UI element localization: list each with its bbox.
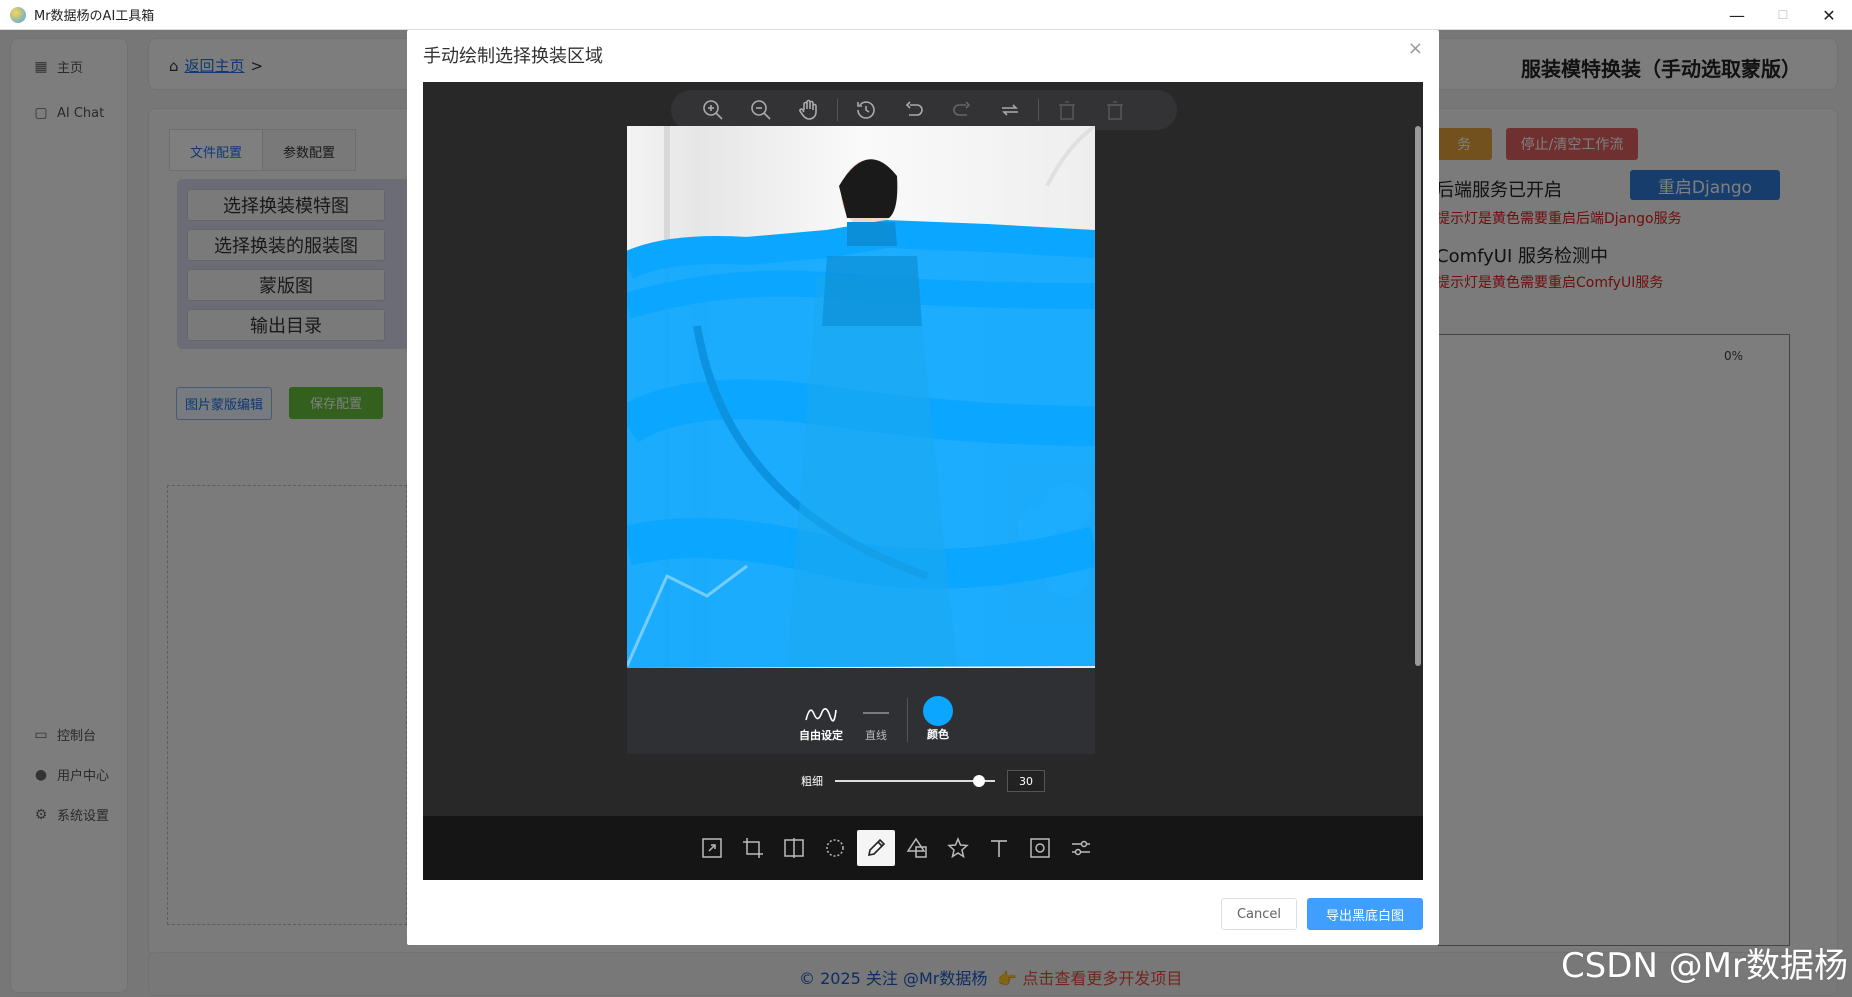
- pencil-draw-icon[interactable]: [857, 830, 895, 866]
- export-mask-button[interactable]: 导出黑底白图: [1307, 898, 1423, 930]
- color-swatch: [923, 696, 953, 726]
- thickness-label: 粗细: [801, 775, 823, 788]
- thickness-value-input[interactable]: 30: [1007, 770, 1045, 792]
- rotate-icon[interactable]: [816, 830, 854, 866]
- redo-icon: [938, 90, 986, 130]
- crop-icon[interactable]: [734, 830, 772, 866]
- flip-icon[interactable]: [775, 830, 813, 866]
- window-controls: — ☐ ✕: [1714, 0, 1852, 30]
- free-draw-label: 自由设定: [799, 729, 843, 742]
- window-titlebar: Mr数据杨のAI工具箱 — ☐ ✕: [0, 0, 1852, 30]
- reset-icon[interactable]: [986, 90, 1034, 130]
- dialog-title: 手动绘制选择换装区域: [423, 46, 603, 67]
- thickness-control: 粗细 30: [801, 770, 1045, 792]
- editor-top-toolbar: [671, 90, 1177, 130]
- shape-icon[interactable]: [898, 830, 936, 866]
- maximize-button[interactable]: ☐: [1760, 0, 1806, 30]
- close-window-button[interactable]: ✕: [1806, 0, 1852, 30]
- delete-icon: [1043, 90, 1091, 130]
- toolbar-divider: [837, 99, 838, 121]
- zoom-in-icon[interactable]: [689, 90, 737, 130]
- thickness-slider[interactable]: [835, 775, 995, 787]
- mask-draw-dialog: 手动绘制选择换装区域 × 自由设定 直线 颜色 粗细 30 Cancel 导出黑…: [407, 30, 1439, 945]
- star-icon[interactable]: [939, 830, 977, 866]
- resize-icon[interactable]: [693, 830, 731, 866]
- straight-line-icon: [863, 712, 889, 714]
- minimize-button[interactable]: —: [1714, 0, 1760, 30]
- csdn-watermark: CSDN @Mr数据杨: [1560, 946, 1848, 986]
- cancel-button[interactable]: Cancel: [1221, 898, 1297, 930]
- history-icon[interactable]: [842, 90, 890, 130]
- editor-bottom-menu: [423, 816, 1423, 880]
- mask-shape-icon[interactable]: [1021, 830, 1059, 866]
- dialog-close-icon[interactable]: ×: [1408, 38, 1423, 59]
- slider-knob[interactable]: [973, 775, 985, 787]
- free-draw-mode[interactable]: 自由设定: [799, 702, 843, 743]
- text-icon[interactable]: [980, 830, 1018, 866]
- mask-strokes: [627, 219, 1095, 668]
- straight-line-label: 直线: [865, 729, 887, 742]
- canvas-scrollbar[interactable]: [1415, 126, 1421, 666]
- color-label: 颜色: [927, 728, 949, 741]
- filter-sliders-icon[interactable]: [1062, 830, 1100, 866]
- panel-divider: [907, 698, 908, 742]
- undo-icon[interactable]: [890, 90, 938, 130]
- toolbar-divider: [1038, 99, 1039, 121]
- straight-line-mode[interactable]: 直线: [859, 702, 893, 743]
- draw-options-panel: 自由设定 直线 颜色: [627, 668, 1095, 754]
- window-title: Mr数据杨のAI工具箱: [34, 9, 155, 24]
- hand-pan-icon[interactable]: [785, 90, 833, 130]
- editing-canvas[interactable]: [627, 126, 1095, 668]
- image-editor: 自由设定 直线 颜色 粗细 30: [423, 82, 1423, 880]
- delete-all-icon: [1091, 90, 1139, 130]
- zoom-out-icon[interactable]: [737, 90, 785, 130]
- wave-icon: [805, 708, 837, 722]
- color-picker[interactable]: 颜色: [923, 696, 953, 742]
- app-logo-icon: [10, 6, 26, 23]
